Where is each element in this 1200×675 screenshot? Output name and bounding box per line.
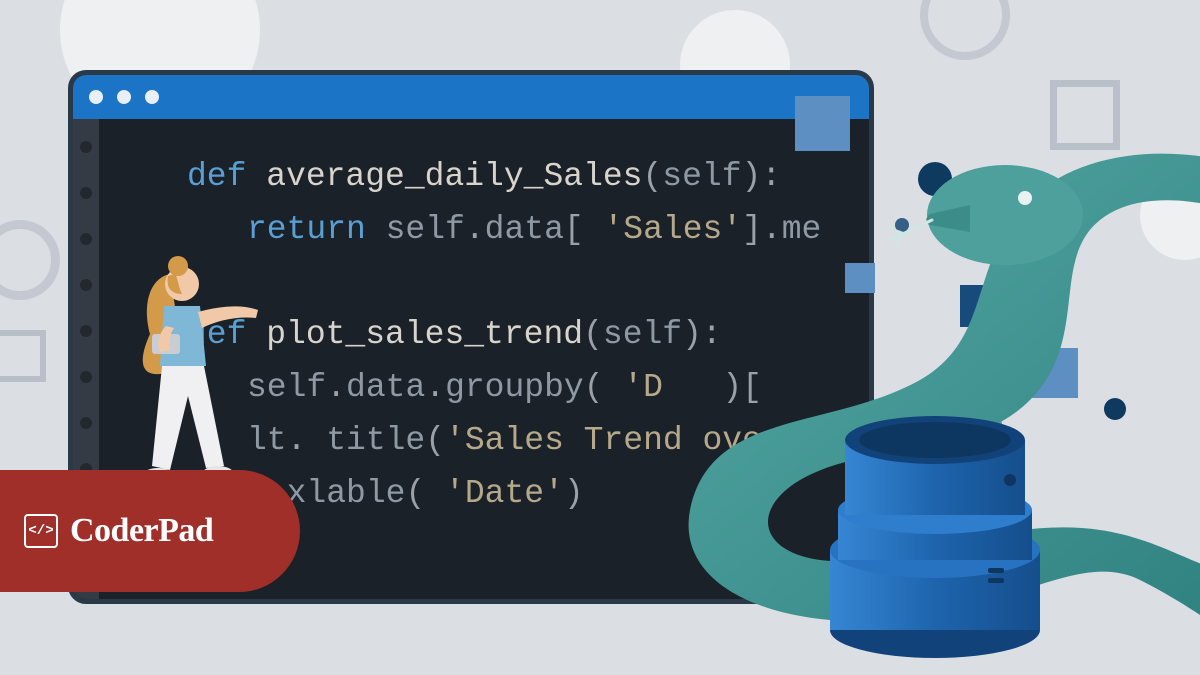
bg-square-outline-top-right <box>1050 80 1120 150</box>
gutter-dot-icon <box>80 141 92 153</box>
code-token-punct: ( <box>425 422 445 459</box>
coderpad-logo-text: CoderPad <box>70 512 213 550</box>
code-token-id: data <box>485 211 564 248</box>
illustration-canvas: def average_daily_Sales(self):return sel… <box>0 0 1200 675</box>
code-token-id: xlable <box>287 475 406 512</box>
coderpad-brand-badge: </> CoderPad <box>0 470 300 592</box>
decor-dot-icon <box>1104 398 1126 420</box>
bg-square-outline-left <box>0 330 46 382</box>
code-token-fn: plot_sales_trend <box>266 316 583 353</box>
code-token-id: me <box>782 211 822 248</box>
code-token-punct: . <box>425 369 445 406</box>
code-line: return self.data[ 'Sales'].me <box>127 204 869 257</box>
code-token-str: 'Date' <box>445 475 564 512</box>
code-token-id: data <box>346 369 425 406</box>
gutter-dot-icon <box>80 279 92 291</box>
code-token-punct: . <box>287 422 327 459</box>
decor-dot-icon <box>895 218 909 232</box>
code-token-fn: average_daily_Sales <box>266 158 642 195</box>
database-cylinder-icon <box>820 400 1050 660</box>
coderpad-logo-icon: </> <box>24 514 58 548</box>
code-token-punct: ): <box>682 316 722 353</box>
code-token-id: title <box>326 422 425 459</box>
code-token-kw: return <box>247 211 386 248</box>
coderpad-logo-glyph: </> <box>28 523 53 539</box>
code-token-id: self <box>662 158 741 195</box>
decor-square-icon <box>845 263 875 293</box>
bg-circle-outline-top-right <box>920 0 1010 60</box>
code-token-punct: ) <box>564 475 584 512</box>
gutter-dot-icon <box>80 187 92 199</box>
gutter-dot-icon <box>80 417 92 429</box>
decor-square-icon <box>960 285 1002 327</box>
code-token-kw: def <box>187 158 266 195</box>
gutter-dot-icon <box>80 371 92 383</box>
code-token-punct: . <box>465 211 485 248</box>
traffic-light-zoom-icon <box>145 90 159 104</box>
code-token-str: 'D <box>623 369 663 406</box>
code-token-punct: ): <box>742 158 782 195</box>
code-token-punct: [ <box>564 211 604 248</box>
code-token-id: self <box>603 316 682 353</box>
decor-dot-icon <box>918 162 952 196</box>
traffic-light-minimize-icon <box>117 90 131 104</box>
code-token-punct: . <box>326 369 346 406</box>
decor-square-icon <box>795 96 850 151</box>
code-token-punct: ( <box>584 369 624 406</box>
decor-square-icon <box>1028 348 1078 398</box>
code-token-punct: )[ <box>663 369 762 406</box>
code-token-punct: ( <box>642 158 662 195</box>
code-token-punct: ( <box>405 475 445 512</box>
window-titlebar <box>73 75 869 119</box>
code-line: def average_daily_Sales(self): <box>127 151 869 204</box>
traffic-light-close-icon <box>89 90 103 104</box>
gutter-dot-icon <box>80 325 92 337</box>
gutter-dot-icon <box>80 233 92 245</box>
code-token-id: self <box>386 211 465 248</box>
code-token-str: 'Sales Trend ove <box>445 422 762 459</box>
code-token-id: groupby <box>445 369 584 406</box>
code-token-punct: ( <box>583 316 603 353</box>
code-token-punct: ]. <box>742 211 782 248</box>
bg-circle-white-right <box>1140 170 1200 260</box>
bg-circle-outline-left <box>0 220 60 300</box>
code-token-str: 'Sales' <box>603 211 742 248</box>
